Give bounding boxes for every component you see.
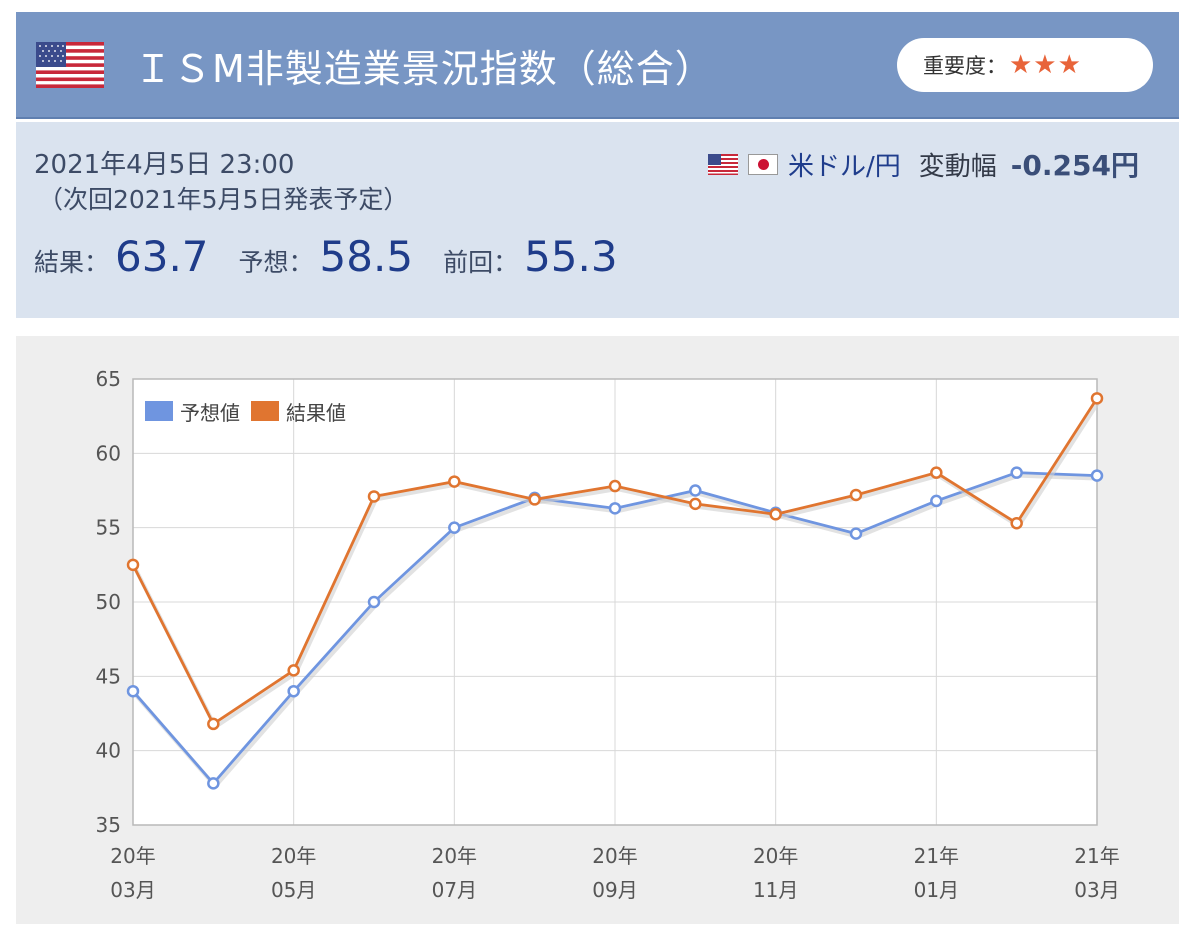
history-line-chart: 35 40 45 50 55 60 65 20年 03月 20年 05月 20年 07月 20年 09月 20…	[96, 367, 1120, 902]
legend-swatch	[143, 399, 175, 423]
y-tick-label: 50	[96, 590, 121, 614]
data-point-forecast	[930, 494, 943, 508]
legend-label: 結果値	[286, 401, 346, 425]
x-tick-label: 11月	[753, 878, 798, 902]
x-tick-label: 20年	[110, 844, 155, 868]
data-point-actual	[126, 558, 140, 572]
x-tick-label: 03月	[110, 878, 155, 902]
data-point-actual	[287, 664, 300, 677]
x-tick-label: 20年	[432, 844, 477, 868]
importance-label: 重要度：	[923, 54, 1007, 78]
x-tick-label: 20年	[753, 844, 798, 868]
change-value: -0.254円	[1010, 149, 1139, 182]
data-point-actual	[448, 475, 461, 488]
y-tick-label: 60	[96, 441, 121, 465]
importance-stars: ★★★	[1009, 50, 1082, 80]
data-point-actual	[608, 479, 622, 493]
data-point-forecast	[287, 684, 300, 698]
data-point-forecast	[608, 502, 622, 515]
x-tick-label: 07月	[432, 878, 477, 902]
indicator-header: ＩＳM非製造業景況指数（総合） 重要度： ★★★	[16, 12, 1179, 119]
data-point-actual	[689, 497, 702, 511]
legend-swatch	[249, 399, 281, 423]
x-tick-label: 05月	[271, 878, 316, 902]
history-chart-container: 35 40 45 50 55 60 65 20年 03月 20年 05月 20年 07月 20年 09月 20…	[16, 336, 1179, 924]
x-tick-label: 03月	[1074, 878, 1119, 902]
data-point-forecast	[1090, 469, 1104, 482]
currency-pair-link[interactable]: 米ドル/円	[788, 146, 901, 183]
data-point-forecast	[126, 684, 140, 698]
forecast-label: 予想：	[238, 248, 314, 277]
data-point-actual	[207, 717, 220, 731]
importance-badge: 重要度： ★★★	[897, 38, 1153, 92]
y-tick-label: 65	[96, 367, 121, 391]
us-flag-icon	[36, 42, 104, 88]
results-row: 結果： 63.7 予想： 58.5 前回： 55.3	[34, 232, 648, 281]
data-point-actual	[849, 488, 863, 502]
x-tick-label: 21年	[1074, 844, 1119, 868]
x-tick-label: 20年	[271, 844, 316, 868]
x-tick-label: 01月	[914, 878, 959, 902]
jp-flag-icon	[748, 153, 779, 175]
legend-label: 予想値	[180, 401, 240, 425]
forecast-value: 58.5	[319, 232, 414, 281]
x-tick-label: 21年	[914, 844, 959, 868]
currency-impact: 米ドル/円 変動幅 -0.254円	[708, 144, 1139, 184]
us-flag-icon	[708, 153, 739, 175]
next-release: （次回2021年5月5日発表予定）	[38, 185, 409, 214]
release-datetime: 2021年4月5日 23:00	[34, 150, 295, 180]
data-point-forecast	[207, 777, 220, 790]
data-point-forecast	[448, 521, 461, 534]
data-point-forecast	[1010, 466, 1023, 479]
data-point-actual	[1090, 392, 1104, 405]
data-point-actual	[1010, 516, 1023, 530]
data-point-forecast	[849, 527, 863, 540]
y-tick-label: 35	[96, 813, 121, 837]
y-tick-label: 45	[96, 664, 121, 688]
indicator-title: ＩＳM非製造業景況指数（総合）	[134, 47, 714, 91]
y-tick-label: 55	[96, 516, 121, 540]
x-tick-label: 20年	[592, 844, 637, 868]
result-label: 結果：	[34, 248, 110, 277]
change-label: 変動幅	[918, 151, 997, 182]
data-point-forecast	[689, 484, 702, 497]
data-point-actual	[528, 493, 541, 506]
result-value: 63.7	[115, 232, 209, 281]
data-point-forecast	[367, 595, 381, 609]
release-info-panel: 2021年4月5日 23:00 （次回2021年5月5日発表予定） 米ドル/円 …	[16, 122, 1179, 318]
x-tick-label: 09月	[592, 878, 637, 902]
y-tick-label: 40	[96, 739, 121, 763]
data-point-actual	[930, 466, 943, 479]
previous-value: 55.3	[524, 232, 618, 281]
data-point-actual	[367, 490, 381, 503]
previous-label: 前回：	[443, 248, 519, 277]
data-point-actual	[769, 508, 782, 521]
